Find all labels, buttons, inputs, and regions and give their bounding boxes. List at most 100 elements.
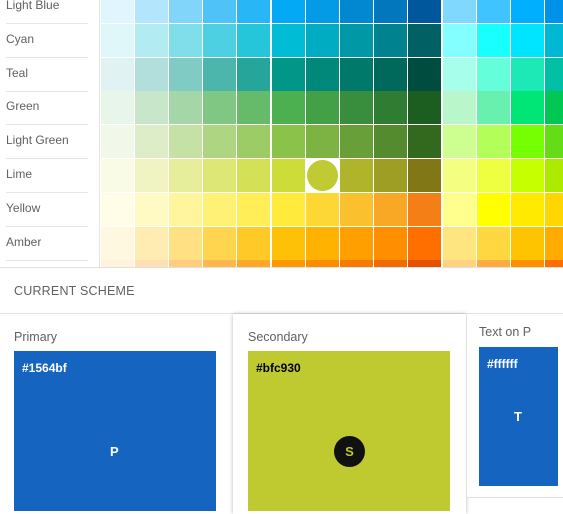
color-cell[interactable] [339, 91, 373, 125]
color-cell[interactable] [305, 226, 339, 260]
color-cell[interactable] [511, 260, 545, 267]
color-cell[interactable] [373, 0, 407, 23]
color-cell[interactable] [477, 226, 511, 260]
color-cell[interactable] [101, 159, 134, 192]
color-cell[interactable] [339, 57, 373, 91]
color-cell[interactable] [135, 57, 169, 91]
color-cell[interactable] [545, 226, 563, 260]
color-cell[interactable] [203, 226, 237, 260]
color-cell[interactable] [305, 23, 339, 57]
color-cell[interactable] [407, 192, 441, 226]
color-cell[interactable] [443, 57, 476, 91]
color-cell[interactable] [271, 0, 305, 23]
color-cell[interactable] [443, 23, 476, 57]
color-cell[interactable] [305, 91, 339, 125]
color-cell[interactable] [407, 159, 441, 192]
color-cell[interactable] [101, 91, 134, 125]
color-cell[interactable] [545, 57, 563, 91]
color-cell[interactable] [271, 125, 305, 159]
color-cell[interactable] [169, 23, 203, 57]
color-cell[interactable] [339, 159, 373, 192]
color-cell-selected[interactable] [305, 159, 339, 192]
color-cell[interactable] [271, 57, 305, 91]
color-cell[interactable] [511, 23, 545, 57]
color-cell[interactable] [305, 260, 339, 267]
color-cell[interactable] [101, 57, 134, 91]
color-cell[interactable] [237, 159, 271, 192]
color-cell[interactable] [373, 125, 407, 159]
color-cell[interactable] [101, 0, 134, 23]
color-cell[interactable] [237, 125, 271, 159]
color-cell[interactable] [135, 226, 169, 260]
color-cell[interactable] [203, 159, 237, 192]
color-cell[interactable] [271, 23, 305, 57]
color-cell[interactable] [373, 23, 407, 57]
color-cell[interactable] [237, 57, 271, 91]
color-cell[interactable] [169, 260, 203, 267]
color-cell[interactable] [169, 192, 203, 226]
color-cell[interactable] [373, 57, 407, 91]
color-cell[interactable] [101, 23, 134, 57]
color-cell[interactable] [203, 125, 237, 159]
color-cell[interactable] [443, 226, 476, 260]
color-cell[interactable] [135, 159, 169, 192]
color-cell[interactable] [169, 91, 203, 125]
color-cell[interactable] [305, 192, 339, 226]
color-cell[interactable] [203, 0, 237, 23]
color-cell[interactable] [135, 260, 169, 267]
color-cell[interactable] [373, 159, 407, 192]
color-cell[interactable] [477, 23, 511, 57]
color-cell[interactable] [545, 125, 563, 159]
color-cell[interactable] [545, 192, 563, 226]
color-cell[interactable] [101, 125, 134, 159]
primary-card[interactable]: Primary #1564bf P [0, 314, 232, 511]
color-cell[interactable] [511, 57, 545, 91]
color-cell[interactable] [203, 91, 237, 125]
color-cell[interactable] [407, 91, 441, 125]
color-cell[interactable] [237, 260, 271, 267]
primary-swatch[interactable]: #1564bf P [14, 351, 216, 511]
color-cell[interactable] [339, 23, 373, 57]
color-cell[interactable] [237, 0, 271, 23]
color-cell[interactable] [373, 192, 407, 226]
color-cell[interactable] [339, 125, 373, 159]
color-cell[interactable] [101, 260, 134, 267]
color-cell[interactable] [545, 23, 563, 57]
color-cell[interactable] [407, 226, 441, 260]
color-cell[interactable] [545, 91, 563, 125]
color-cell[interactable] [373, 91, 407, 125]
color-cell[interactable] [135, 192, 169, 226]
color-cell[interactable] [407, 0, 441, 23]
color-cell[interactable] [271, 260, 305, 267]
color-cell[interactable] [169, 125, 203, 159]
color-cell[interactable] [477, 125, 511, 159]
color-cell[interactable] [477, 91, 511, 125]
color-cell[interactable] [511, 192, 545, 226]
color-cell[interactable] [101, 226, 134, 260]
color-cell[interactable] [339, 0, 373, 23]
color-cell[interactable] [443, 125, 476, 159]
color-cell[interactable] [373, 260, 407, 267]
color-cell[interactable] [169, 0, 203, 23]
color-cell[interactable] [511, 226, 545, 260]
color-cell[interactable] [407, 23, 441, 57]
color-cell[interactable] [407, 260, 441, 267]
color-cell[interactable] [511, 91, 545, 125]
color-cell[interactable] [169, 226, 203, 260]
color-cell[interactable] [339, 226, 373, 260]
color-cell[interactable] [169, 159, 203, 192]
color-cell[interactable] [203, 192, 237, 226]
color-cell[interactable] [237, 23, 271, 57]
color-cell[interactable] [511, 159, 545, 192]
color-cell[interactable] [339, 260, 373, 267]
color-cell[interactable] [135, 0, 169, 23]
color-cell[interactable] [545, 159, 563, 192]
color-cell[interactable] [135, 125, 169, 159]
color-cell[interactable] [477, 57, 511, 91]
color-cell[interactable] [407, 57, 441, 91]
color-cell[interactable] [305, 57, 339, 91]
color-cell[interactable] [407, 125, 441, 159]
color-cell[interactable] [237, 91, 271, 125]
color-cell[interactable] [169, 57, 203, 91]
color-cell[interactable] [271, 91, 305, 125]
